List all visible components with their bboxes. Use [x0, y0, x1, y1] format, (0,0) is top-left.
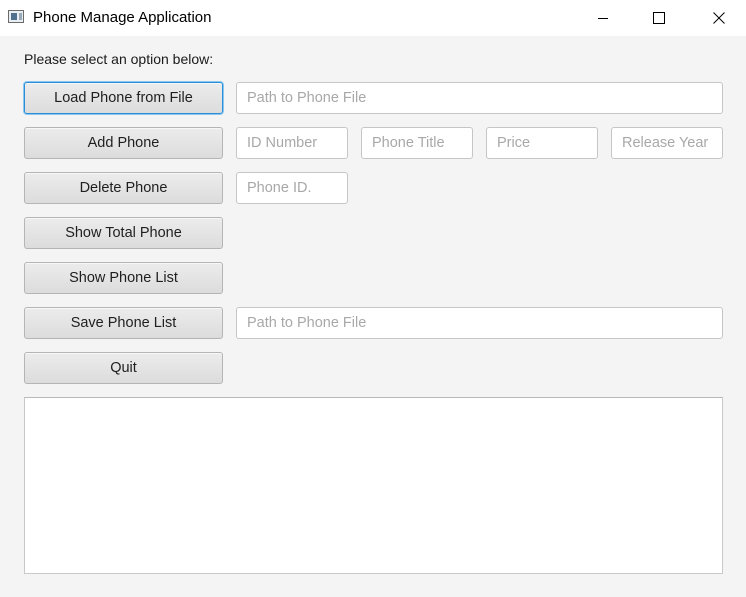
save-phone-list-button[interactable]: Save Phone List — [24, 307, 223, 339]
application-window-icon — [8, 10, 24, 23]
close-icon — [713, 12, 725, 24]
id-number-input[interactable] — [236, 127, 348, 159]
release-year-input[interactable] — [611, 127, 723, 159]
maximize-icon — [653, 12, 665, 24]
close-button[interactable] — [696, 0, 742, 36]
save-path-input[interactable] — [236, 307, 723, 339]
output-text-area[interactable] — [24, 397, 723, 574]
phone-title-input[interactable] — [361, 127, 473, 159]
app-window: Phone Manage Application Please select a… — [0, 0, 746, 597]
instruction-label: Please select an option below: — [24, 51, 214, 67]
minimize-icon — [598, 18, 608, 19]
title-bar: Phone Manage Application — [0, 0, 746, 36]
delete-phone-id-input[interactable] — [236, 172, 348, 204]
add-phone-button[interactable]: Add Phone — [24, 127, 223, 159]
minimize-button[interactable] — [580, 0, 626, 36]
window-title: Phone Manage Application — [33, 9, 212, 26]
show-total-phone-button[interactable]: Show Total Phone — [24, 217, 223, 249]
price-input[interactable] — [486, 127, 598, 159]
delete-phone-button[interactable]: Delete Phone — [24, 172, 223, 204]
quit-button[interactable]: Quit — [24, 352, 223, 384]
load-phone-button[interactable]: Load Phone from File — [24, 82, 223, 114]
show-phone-list-button[interactable]: Show Phone List — [24, 262, 223, 294]
maximize-button[interactable] — [636, 0, 682, 36]
load-path-input[interactable] — [236, 82, 723, 114]
